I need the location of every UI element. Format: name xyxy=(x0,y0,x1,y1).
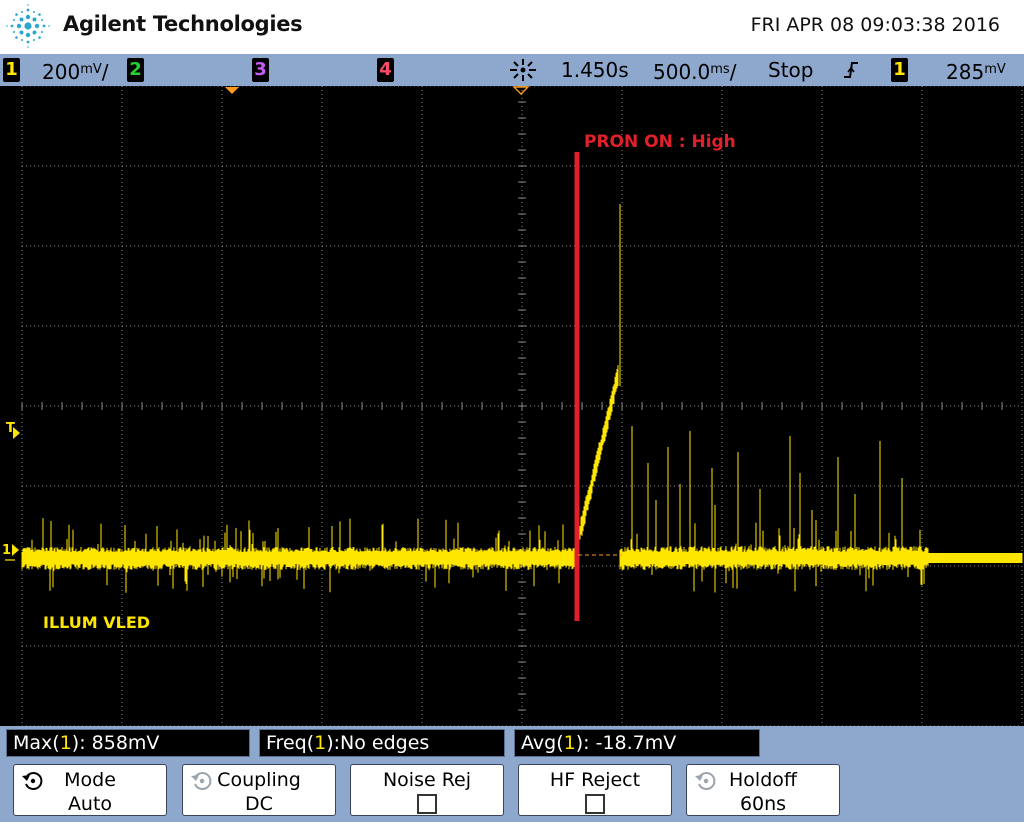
mode-softkey[interactable]: Mode Auto xyxy=(13,764,167,816)
measurement-bar: Max(1): 858mV Freq(1):No edges Avg(1): -… xyxy=(0,726,1024,760)
trigger-level[interactable]: 285mV xyxy=(946,57,1006,84)
measurement-freq-name: Freq xyxy=(266,732,307,754)
time-scale[interactable]: 500.0ms/ xyxy=(653,57,737,84)
measurement-avg-value: : -18.7mV xyxy=(583,732,677,754)
measurement-max-value: : 858mV xyxy=(79,732,160,754)
trigger-level-value: 285 xyxy=(946,60,985,84)
measurement-max-name: Max xyxy=(13,732,53,754)
delay-marker-icon[interactable] xyxy=(225,87,239,94)
measurement-max-channel: 1 xyxy=(59,732,72,754)
channel-1-scale-value: 200 xyxy=(42,60,81,84)
hf-reject-checkbox[interactable] xyxy=(585,794,605,814)
mode-softkey-value: Auto xyxy=(67,793,113,815)
measurement-max[interactable]: Max(1): 858mV xyxy=(6,729,250,757)
graticule-grid xyxy=(21,86,1023,726)
measurement-avg-channel: 1 xyxy=(563,732,576,754)
time-scale-suffix: / xyxy=(729,60,737,84)
hf-reject-softkey[interactable]: HF Reject xyxy=(518,764,672,816)
time-reference-marker-icon[interactable] xyxy=(512,86,530,95)
coupling-softkey-value: DC xyxy=(245,793,273,815)
waveform-display[interactable]: PRON ON : High ILLUM VLED T 1 xyxy=(0,86,1024,726)
softkey-bar: Mode Auto Coupling DC Noise Rej HF Rejec… xyxy=(0,760,1024,822)
date-time: FRI APR 08 09:03:38 2016 xyxy=(750,14,1000,36)
brand-name: Agilent Technologies xyxy=(63,12,303,36)
agilent-logo-icon xyxy=(6,4,50,48)
measurement-freq-value: :No edges xyxy=(333,732,430,754)
channel-1-scale[interactable]: 200mV/ xyxy=(42,57,109,84)
channel-1-ground-marker-icon[interactable] xyxy=(12,544,19,556)
channel-1-ground-marker-label: 1 xyxy=(2,543,11,558)
channel-3-indicator[interactable]: 3 xyxy=(252,58,269,82)
time-scale-unit: ms xyxy=(710,62,730,77)
channel-1-scale-unit: mV xyxy=(80,62,102,77)
pron-on-annotation: PRON ON : High xyxy=(584,132,736,152)
channel-4-indicator[interactable]: 4 xyxy=(377,58,394,82)
waveform-plot: PRON ON : High ILLUM VLED T 1 xyxy=(2,86,1023,726)
trigger-level-unit: mV xyxy=(984,62,1006,77)
measurement-freq-channel: 1 xyxy=(314,732,327,754)
trigger-level-marker-icon[interactable] xyxy=(13,427,20,439)
measurement-freq[interactable]: Freq(1):No edges xyxy=(259,729,505,757)
noise-rej-checkbox[interactable] xyxy=(417,794,437,814)
channel-1-scale-suffix: / xyxy=(101,60,109,84)
status-bar: 1 200mV/ 2 3 4 1.450s 500.0ms/ Stop 1 28… xyxy=(0,54,1024,86)
time-delay[interactable]: 1.450s xyxy=(561,57,629,83)
time-scale-value: 500.0 xyxy=(653,60,711,84)
trigger-source-indicator[interactable]: 1 xyxy=(891,58,908,82)
run-state[interactable]: Stop xyxy=(768,57,813,83)
measurement-avg-name: Avg xyxy=(521,732,557,754)
illum-vled-annotation: ILLUM VLED xyxy=(43,613,150,632)
channel-1-indicator[interactable]: 1 xyxy=(3,58,20,82)
channel-2-indicator[interactable]: 2 xyxy=(127,58,144,82)
rising-edge-trigger-icon[interactable] xyxy=(842,59,860,81)
coupling-softkey[interactable]: Coupling DC xyxy=(182,764,336,816)
acquisition-icon xyxy=(510,59,536,81)
mode-softkey-label: Mode xyxy=(64,769,116,791)
hf-reject-softkey-label: HF Reject xyxy=(549,769,641,791)
header: Agilent Technologies FRI APR 08 09:03:38… xyxy=(0,0,1024,54)
holdoff-softkey[interactable]: Holdoff 60ns xyxy=(686,764,840,816)
noise-rej-softkey-label: Noise Rej xyxy=(382,769,472,791)
holdoff-softkey-value: 60ns xyxy=(739,793,787,815)
noise-rej-softkey[interactable]: Noise Rej xyxy=(350,764,504,816)
holdoff-softkey-label: Holdoff xyxy=(729,769,797,791)
coupling-softkey-label: Coupling xyxy=(217,769,301,791)
measurement-avg[interactable]: Avg(1): -18.7mV xyxy=(514,729,760,757)
